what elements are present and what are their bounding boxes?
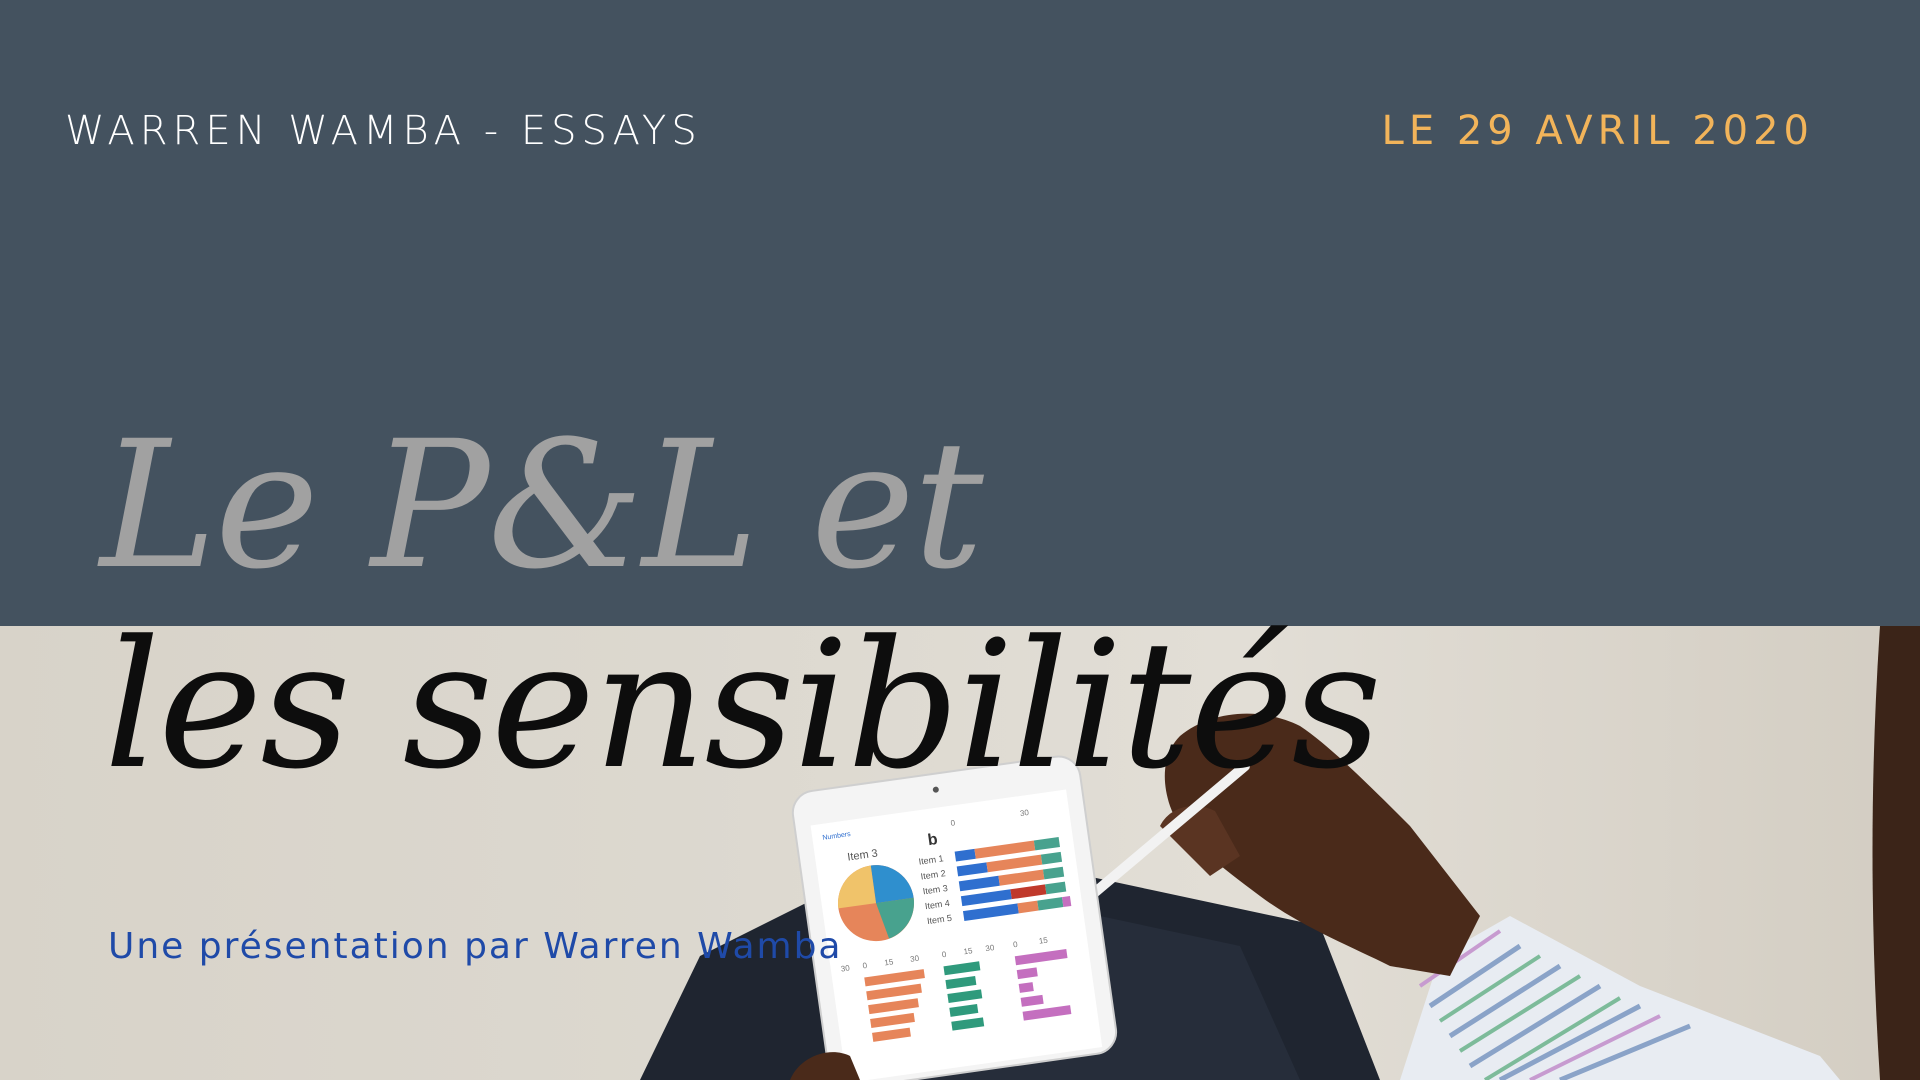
axis-bottom: 30 <box>985 943 996 953</box>
subtitle: Une présentation par Warren Wamba <box>108 926 843 967</box>
bar-segment <box>1062 896 1072 908</box>
title-line-1: Le P&L et <box>100 403 984 608</box>
title-slide: Item 3 Numbers b 0 30 Item 1 Item 2 Item… <box>0 0 1920 1080</box>
edge-arm <box>1872 626 1920 1080</box>
axis-top-1: 30 <box>1019 808 1030 818</box>
date-label: LE 29 AVRIL 2020 <box>1381 108 1814 154</box>
tablet-screen <box>810 789 1103 1080</box>
author-label: WARREN WAMBA - ESSAYS <box>65 108 702 154</box>
axis-bottom: 15 <box>884 957 895 967</box>
axis-bottom: 15 <box>1038 936 1049 946</box>
axis-bottom: 30 <box>910 954 921 964</box>
axis-bottom: 15 <box>963 946 974 956</box>
title-line-2: les sensibilités <box>104 603 1382 808</box>
